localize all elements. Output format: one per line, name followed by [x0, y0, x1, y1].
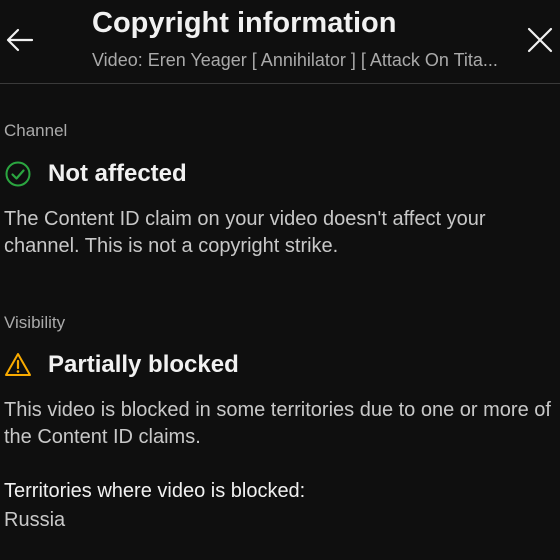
page-title: Copyright information: [92, 7, 397, 39]
video-title: Video: Eren Yeager [ Annihilator ] [ Att…: [92, 50, 498, 70]
channel-status-text: Not affected: [48, 160, 187, 187]
territories-label: Territories where video is blocked:: [4, 480, 306, 502]
close-button[interactable]: [520, 20, 560, 60]
visibility-section-label: Visibility: [4, 313, 66, 332]
territories-value: Russia: [4, 509, 66, 531]
check-circle-icon: [4, 160, 32, 188]
channel-status: Not affected: [4, 159, 187, 189]
close-icon: [527, 27, 553, 53]
visibility-status: Partially blocked: [4, 350, 239, 380]
channel-section-label: Channel: [4, 121, 68, 140]
app-header: Copyright information Video: Eren Yeager…: [0, 0, 560, 84]
channel-description: The Content ID claim on your video doesn…: [4, 208, 486, 257]
visibility-description: This video is blocked in some territorie…: [4, 399, 551, 448]
visibility-status-text: Partially blocked: [48, 351, 239, 378]
back-button[interactable]: [0, 20, 40, 60]
warning-icon: [4, 351, 32, 379]
arrow-left-icon: [6, 28, 34, 52]
